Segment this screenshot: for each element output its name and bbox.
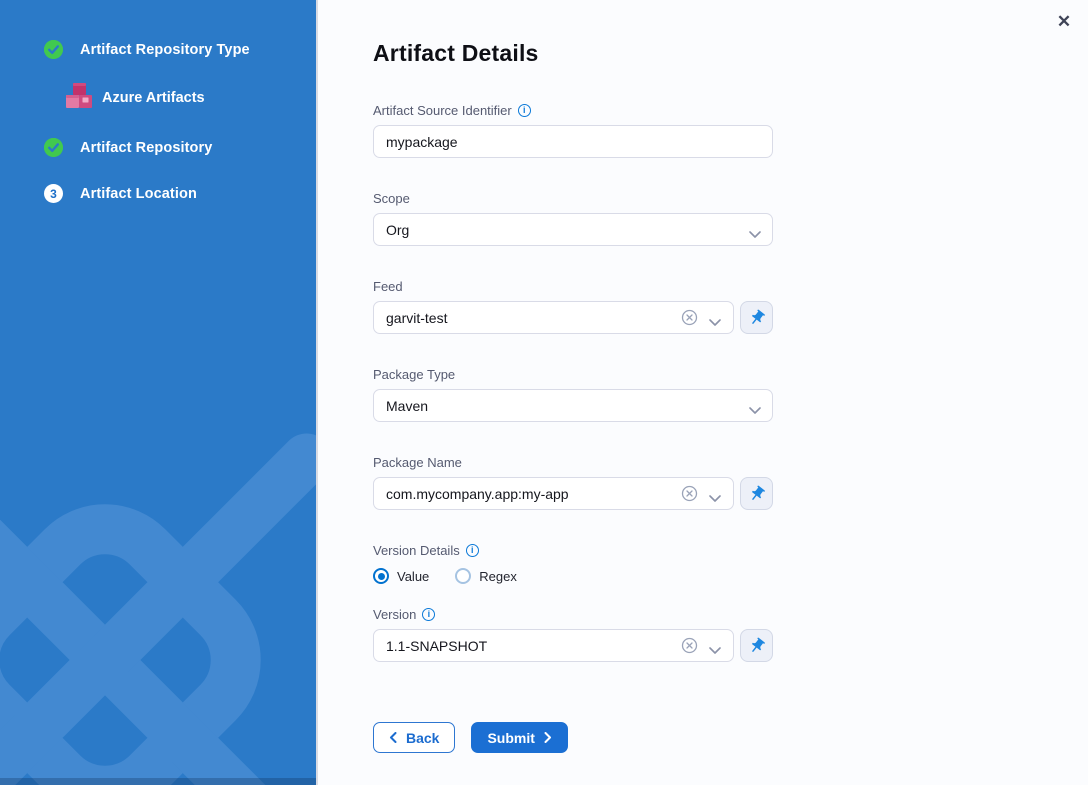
field-label: Artifact Source Identifier xyxy=(373,103,512,118)
sidebar-bottom-strip xyxy=(0,778,316,785)
step-label: Artifact Location xyxy=(80,186,197,202)
field-scope: Scope xyxy=(373,191,773,246)
package-name-input[interactable] xyxy=(373,477,734,510)
radio-regex[interactable]: Regex xyxy=(455,568,517,584)
wizard-steps: Artifact Repository Type Azure Artifacts xyxy=(0,0,316,203)
field-feed: Feed xyxy=(373,279,773,334)
clear-icon[interactable] xyxy=(681,637,698,659)
step-artifact-location[interactable]: 3 Artifact Location xyxy=(44,184,316,203)
chevron-down-icon[interactable] xyxy=(709,490,721,508)
chevron-down-icon[interactable] xyxy=(709,314,721,332)
step-artifact-repository-type[interactable]: Artifact Repository Type xyxy=(44,40,316,59)
submit-button[interactable]: Submit xyxy=(471,722,567,753)
step-label: Artifact Repository xyxy=(80,140,212,156)
radio-label: Regex xyxy=(479,569,517,584)
feed-combobox[interactable] xyxy=(373,301,734,334)
azure-artifacts-icon xyxy=(65,82,93,114)
package-type-select-value[interactable] xyxy=(373,389,773,422)
scope-select[interactable] xyxy=(373,213,773,246)
step-label: Artifact Repository Type xyxy=(80,42,250,58)
version-combobox[interactable] xyxy=(373,629,734,662)
step-artifact-repository[interactable]: Artifact Repository xyxy=(44,138,316,157)
step-number-badge: 3 xyxy=(44,184,63,203)
field-package-type: Package Type xyxy=(373,367,773,422)
clear-icon[interactable] xyxy=(681,309,698,331)
radio-label: Value xyxy=(397,569,429,584)
back-button[interactable]: Back xyxy=(373,722,455,753)
field-label: Package Name xyxy=(373,455,462,470)
chevron-left-icon xyxy=(389,730,397,746)
clear-icon[interactable] xyxy=(681,485,698,507)
radio-unselected-icon[interactable] xyxy=(455,568,471,584)
step-done-check-icon xyxy=(44,138,63,157)
package-type-select[interactable] xyxy=(373,389,773,422)
pin-button[interactable] xyxy=(740,629,773,662)
page-title: Artifact Details xyxy=(373,40,774,67)
brand-watermark-logo xyxy=(0,430,316,785)
info-icon[interactable]: i xyxy=(518,104,531,117)
close-icon[interactable]: ✕ xyxy=(1052,10,1076,34)
radio-selected-icon[interactable] xyxy=(373,568,389,584)
package-name-combobox[interactable] xyxy=(373,477,734,510)
info-icon[interactable]: i xyxy=(466,544,479,557)
wizard-sidebar: Artifact Repository Type Azure Artifacts xyxy=(0,0,316,785)
chevron-right-icon xyxy=(544,730,552,746)
back-button-label: Back xyxy=(406,730,439,746)
info-icon[interactable]: i xyxy=(422,608,435,621)
identifier-input[interactable] xyxy=(373,125,773,158)
field-package-name: Package Name xyxy=(373,455,773,510)
pin-button[interactable] xyxy=(740,477,773,510)
pin-button[interactable] xyxy=(740,301,773,334)
version-input[interactable] xyxy=(373,629,734,662)
sidebar-item-azure-artifacts[interactable]: Azure Artifacts xyxy=(65,82,316,114)
field-version-details: Version Details i Value Regex xyxy=(373,543,773,584)
submit-button-label: Submit xyxy=(487,730,534,746)
scope-select-value[interactable] xyxy=(373,213,773,246)
radio-value[interactable]: Value xyxy=(373,568,429,584)
sidebar-item-label: Azure Artifacts xyxy=(102,90,205,106)
artifact-details-panel: ✕ Artifact Details Artifact Source Ident… xyxy=(316,0,1088,785)
field-label: Version Details xyxy=(373,543,460,558)
field-artifact-source-identifier: Artifact Source Identifier i xyxy=(373,103,773,158)
field-label: Feed xyxy=(373,279,403,294)
field-label: Version xyxy=(373,607,416,622)
field-label: Package Type xyxy=(373,367,455,382)
step-done-check-icon xyxy=(44,40,63,59)
field-version: Version i xyxy=(373,607,773,662)
chevron-down-icon[interactable] xyxy=(709,642,721,660)
field-label: Scope xyxy=(373,191,410,206)
feed-input[interactable] xyxy=(373,301,734,334)
